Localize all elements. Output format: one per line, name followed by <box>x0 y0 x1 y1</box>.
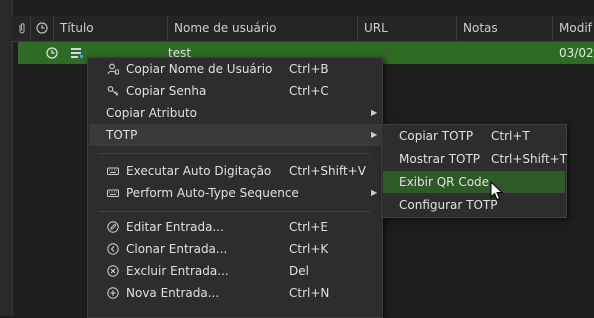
edit-icon <box>107 221 119 233</box>
header-notes[interactable]: Notas <box>457 16 553 41</box>
key-icon <box>107 86 119 96</box>
menu-item-label: Exibir QR Code <box>399 175 490 189</box>
menu-item-label: Executar Auto Digitação <box>126 164 272 178</box>
header-modified[interactable]: Modif <box>553 16 594 41</box>
menu-copy-username[interactable]: Copiar Nome de Usuário Ctrl+B <box>89 58 381 80</box>
entry-document-icon <box>71 48 83 58</box>
header-title[interactable]: Título <box>54 16 168 41</box>
clock-icon <box>36 22 48 34</box>
menu-clone-entry[interactable]: Clonar Entrada... Ctrl+K <box>89 238 381 260</box>
paperclip-icon <box>19 23 25 34</box>
menu-item-shortcut: Ctrl+E <box>289 220 328 234</box>
menu-new-entry[interactable]: Nova Entrada... Ctrl+N <box>89 282 381 304</box>
menu-item-shortcut: Ctrl+K <box>289 242 329 256</box>
header-attachment-column[interactable] <box>12 16 31 41</box>
header-url[interactable]: URL <box>358 16 457 41</box>
mouse-pointer-icon <box>490 181 503 201</box>
add-icon <box>107 287 119 299</box>
menu-item-shortcut: Ctrl+N <box>289 286 330 300</box>
menu-autotype-sequence[interactable]: Perform Auto-Type Sequence ▶ <box>89 182 381 204</box>
menu-item-label: Excluir Entrada... <box>126 264 229 278</box>
menu-item-label: Clonar Entrada... <box>126 242 228 256</box>
menu-item-label: Mostrar TOTP <box>399 152 481 166</box>
menu-item-label: Copiar TOTP <box>399 129 474 143</box>
totp-submenu: Copiar TOTP Ctrl+T Mostrar TOTP Ctrl+Shi… <box>381 124 567 218</box>
submenu-copy-totp[interactable]: Copiar TOTP Ctrl+T <box>383 125 565 147</box>
entry-modified: 03/02/ <box>559 46 594 60</box>
keepassxc-entry-view: Título Nome de usuário URL Notas Modif t… <box>0 0 594 318</box>
user-icon <box>107 63 119 75</box>
menu-item-label: TOTP <box>106 128 138 142</box>
menu-copy-attribute[interactable]: Copiar Atributo ▶ <box>89 102 381 124</box>
menu-item-label: Perform Auto-Type Sequence <box>126 186 299 200</box>
left-panel-edge <box>0 0 13 316</box>
menu-item-shortcut: Ctrl+Shift+T <box>491 152 568 166</box>
entry-table-header: Título Nome de usuário URL Notas Modif <box>12 16 594 42</box>
menu-item-shortcut: Ctrl+B <box>289 62 329 76</box>
menu-item-shortcut: Ctrl+T <box>491 129 530 143</box>
menu-perform-autotype[interactable]: Executar Auto Digitação Ctrl+Shift+V <box>89 160 381 182</box>
menu-edit-entry[interactable]: Editar Entrada... Ctrl+E <box>89 216 381 238</box>
clone-icon <box>107 243 119 255</box>
entry-context-menu: Copiar Nome de Usuário Ctrl+B Copiar Sen… <box>87 57 383 318</box>
keyboard-icon <box>107 189 119 197</box>
keyboard-icon <box>107 167 119 175</box>
header-username[interactable]: Nome de usuário <box>168 16 358 41</box>
submenu-arrow-icon: ▶ <box>371 108 378 117</box>
submenu-show-totp[interactable]: Mostrar TOTP Ctrl+Shift+T <box>383 148 568 170</box>
submenu-show-qr-code[interactable]: Exibir QR Code <box>383 171 565 193</box>
submenu-arrow-icon: ▶ <box>371 130 378 139</box>
menu-item-label: Nova Entrada... <box>126 286 220 300</box>
menu-item-label: Copiar Senha <box>126 84 207 98</box>
delete-icon <box>107 265 119 277</box>
menu-item-label: Copiar Atributo <box>106 106 198 120</box>
submenu-arrow-icon: ▶ <box>371 188 378 197</box>
menu-item-shortcut: Del <box>289 264 309 278</box>
menu-item-shortcut: Ctrl+Shift+V <box>289 164 366 178</box>
submenu-configure-totp[interactable]: Configurar TOTP <box>383 194 565 216</box>
menu-item-label: Editar Entrada... <box>126 220 224 234</box>
menu-item-label: Copiar Nome de Usuário <box>126 62 273 76</box>
menu-item-shortcut: Ctrl+C <box>289 84 329 98</box>
menu-totp[interactable]: TOTP ▶ <box>89 124 381 146</box>
expiry-clock-icon <box>46 47 58 59</box>
menu-item-label: Configurar TOTP <box>399 198 498 212</box>
menu-separator <box>98 211 370 212</box>
menu-copy-password[interactable]: Copiar Senha Ctrl+C <box>89 80 381 102</box>
header-expiry-column[interactable] <box>31 16 54 41</box>
menu-separator <box>98 153 370 154</box>
menu-delete-entry[interactable]: Excluir Entrada... Del <box>89 260 381 282</box>
